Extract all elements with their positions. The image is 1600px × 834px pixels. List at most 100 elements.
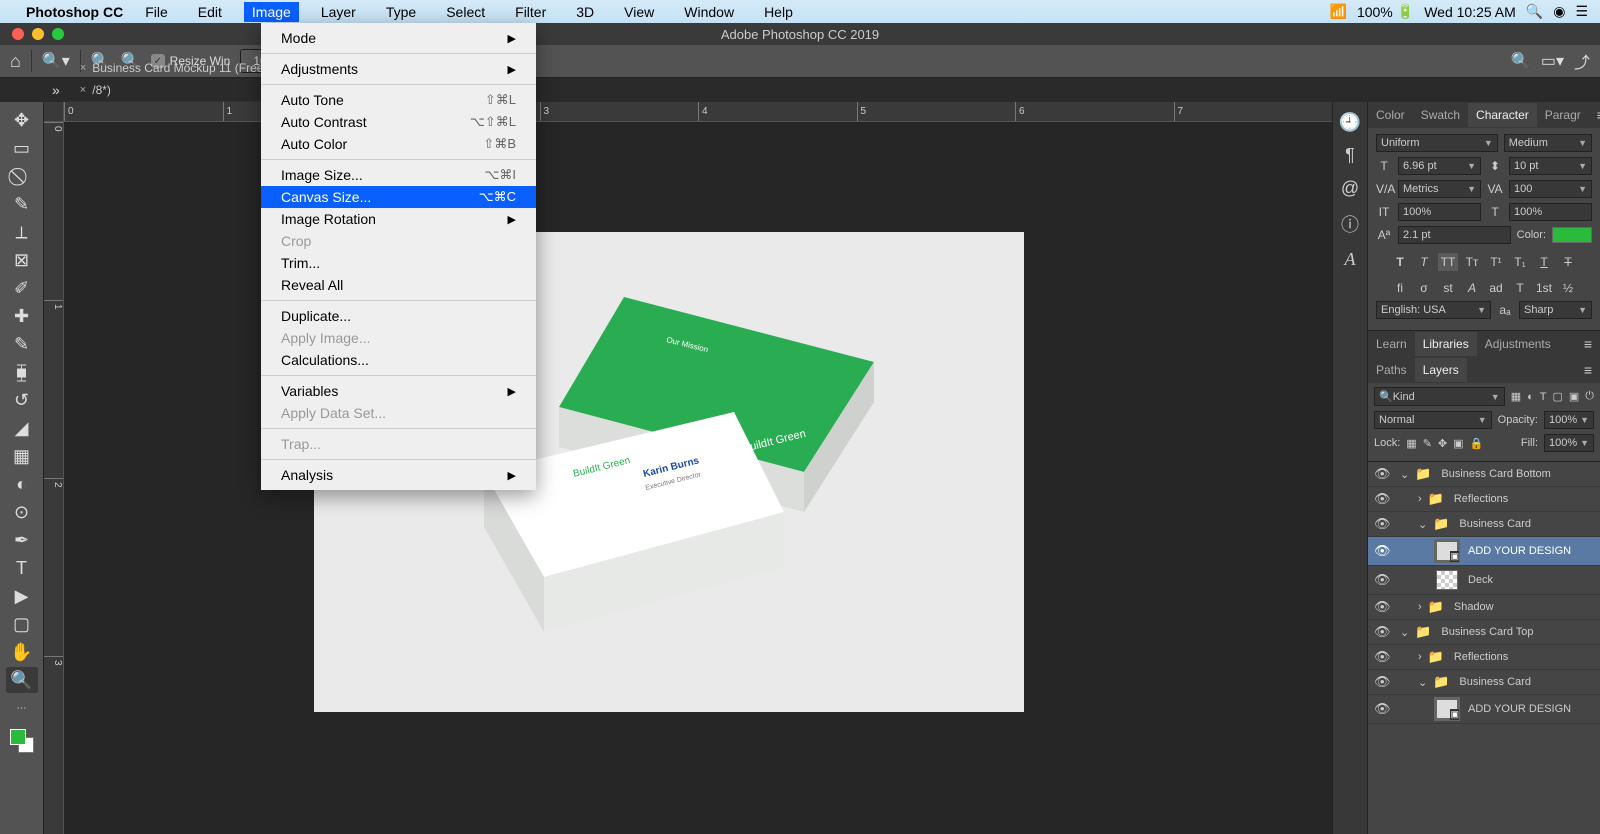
eyedropper-tool-icon[interactable]: ✐ (6, 275, 38, 301)
libraries-menu-icon[interactable]: ≡ (1576, 336, 1600, 352)
layers-tab-paths[interactable]: Paths (1368, 358, 1415, 382)
menu-item-canvas-size[interactable]: Canvas Size...⌥⌘C (261, 186, 536, 208)
layer-row[interactable]: 👁Deck (1368, 566, 1600, 595)
layer-row[interactable]: 👁›📁Reflections (1368, 487, 1600, 512)
strikethrough-button[interactable]: T (1558, 253, 1578, 271)
layer-row[interactable]: 👁›📁Reflections (1368, 645, 1600, 670)
info-panel-icon[interactable]: ⓘ (1341, 211, 1359, 237)
filter-pixel-icon[interactable]: ▦ (1511, 390, 1521, 403)
window-maximize-button[interactable] (52, 28, 64, 40)
history-brush-tool-icon[interactable]: ↺ (6, 387, 38, 413)
fractions-button[interactable]: 1st (1534, 279, 1554, 297)
hand-tool-icon[interactable]: ✋ (6, 639, 38, 665)
libraries-tab-learn[interactable]: Learn (1368, 332, 1415, 356)
close-tab-icon[interactable]: × (80, 84, 86, 96)
dodge-tool-icon[interactable]: ⊙ (6, 499, 38, 525)
menu-item-duplicate[interactable]: Duplicate... (261, 305, 536, 327)
allcaps-button[interactable]: TT (1438, 253, 1458, 271)
filter-type-icon[interactable]: T (1540, 391, 1547, 403)
visibility-toggle-icon[interactable]: 👁 (1374, 624, 1388, 640)
language-select[interactable]: English: USA▼ (1376, 301, 1491, 319)
disclosure-icon[interactable]: ⌄ (1418, 518, 1427, 531)
visibility-toggle-icon[interactable]: 👁 (1374, 516, 1388, 532)
disclosure-icon[interactable]: › (1418, 601, 1422, 613)
menu-item-auto-color[interactable]: Auto Color⇧⌘B (261, 133, 536, 155)
antialias-select[interactable]: Sharp▼ (1519, 301, 1592, 319)
smallcaps-button[interactable]: Tᴛ (1462, 253, 1482, 271)
text-color-swatch[interactable] (1552, 227, 1592, 243)
visibility-toggle-icon[interactable]: 👁 (1374, 674, 1388, 690)
path-select-tool-icon[interactable]: ▶ (6, 583, 38, 609)
layer-kind-filter[interactable]: 🔍 Kind▼ (1374, 387, 1505, 406)
layers-tab-layers[interactable]: Layers (1415, 358, 1467, 382)
character-tab-character[interactable]: Character (1468, 103, 1537, 127)
zoom-tool-icon[interactable]: 🔍 (6, 667, 38, 693)
character-tab-color[interactable]: Color (1368, 103, 1413, 127)
shape-tool-icon[interactable]: ▢ (6, 611, 38, 637)
menu-window[interactable]: Window (676, 2, 742, 22)
menu-item-adjustments[interactable]: Adjustments▶ (261, 58, 536, 80)
menu-item-image-size[interactable]: Image Size...⌥⌘I (261, 164, 536, 186)
menu-item-calculations[interactable]: Calculations... (261, 349, 536, 371)
tracking-input[interactable]: 100▼ (1509, 180, 1592, 198)
healing-tool-icon[interactable]: ✚ (6, 303, 38, 329)
font-style-select[interactable]: Medium▼ (1504, 134, 1592, 152)
font-family-select[interactable]: Uniform▼ (1376, 134, 1498, 152)
character-tab-swatch[interactable]: Swatch (1413, 103, 1468, 127)
visibility-toggle-icon[interactable]: 👁 (1374, 491, 1388, 507)
menu-3d[interactable]: 3D (568, 2, 602, 22)
menu-select[interactable]: Select (438, 2, 493, 22)
swash-button[interactable]: A (1462, 279, 1482, 297)
glyph-panel-icon[interactable]: @ (1341, 178, 1359, 199)
brush-tool-icon[interactable]: ✎ (6, 331, 38, 357)
menu-filter[interactable]: Filter (507, 2, 554, 22)
close-tab-icon[interactable]: × (80, 62, 86, 74)
zoom-tool-icon[interactable]: 🔍▾ (42, 51, 70, 71)
workspace-icon[interactable]: ▭▾ (1541, 51, 1564, 71)
subscript-button[interactable]: T₁ (1510, 253, 1530, 271)
disclosure-icon[interactable]: ⌄ (1418, 676, 1427, 689)
disclosure-icon[interactable]: ⌄ (1400, 626, 1409, 639)
visibility-toggle-icon[interactable]: 👁 (1374, 649, 1388, 665)
menu-icon[interactable]: ☰ (1575, 3, 1588, 20)
gradient-tool-icon[interactable]: ▦ (6, 443, 38, 469)
visibility-toggle-icon[interactable]: 👁 (1374, 466, 1388, 482)
stylistic-button[interactable]: st (1438, 279, 1458, 297)
layer-thumbnail[interactable] (1436, 570, 1458, 590)
visibility-toggle-icon[interactable]: 👁 (1374, 572, 1388, 588)
filter-adjust-icon[interactable]: ◐ (1527, 391, 1534, 403)
bold-button[interactable]: T (1390, 253, 1410, 271)
ligatures-button[interactable]: fi (1390, 279, 1410, 297)
edit-toolbar-icon[interactable]: ⋯ (6, 695, 38, 721)
layer-thumbnail[interactable]: ▣ (1436, 541, 1458, 561)
titling-button[interactable]: ad (1486, 279, 1506, 297)
paragraph-panel-icon[interactable]: ¶ (1345, 145, 1355, 166)
disclosure-icon[interactable]: › (1418, 651, 1422, 663)
menu-item-trim[interactable]: Trim... (261, 252, 536, 274)
visibility-toggle-icon[interactable]: 👁 (1374, 543, 1388, 559)
frame-tool-icon[interactable]: ⊠ (6, 247, 38, 273)
history-panel-icon[interactable]: 🕘 (1339, 112, 1361, 133)
search-icon[interactable]: 🔍 (1511, 51, 1531, 71)
menu-item-auto-tone[interactable]: Auto Tone⇧⌘L (261, 89, 536, 111)
menu-file[interactable]: File (137, 2, 176, 22)
window-close-button[interactable] (12, 28, 24, 40)
menu-item-mode[interactable]: Mode▶ (261, 27, 536, 49)
layers-menu-icon[interactable]: ≡ (1576, 362, 1600, 378)
menu-item-auto-contrast[interactable]: Auto Contrast⌥⇧⌘L (261, 111, 536, 133)
stamp-tool-icon[interactable]: ⧯ (6, 359, 38, 385)
libraries-tab-adjustments[interactable]: Adjustments (1477, 332, 1559, 356)
visibility-toggle-icon[interactable]: 👁 (1374, 599, 1388, 615)
blend-mode-select[interactable]: Normal▼ (1374, 411, 1492, 429)
character-menu-icon[interactable]: ≡ (1589, 107, 1600, 123)
half-button[interactable]: ½ (1558, 279, 1578, 297)
move-tool-icon[interactable]: ✥ (6, 107, 38, 133)
menu-item-image-rotation[interactable]: Image Rotation▶ (261, 208, 536, 230)
oldstyle-button[interactable]: σ (1414, 279, 1434, 297)
font-size-input[interactable]: 6.96 pt▼ (1398, 157, 1481, 175)
filter-shape-icon[interactable]: ▢ (1552, 390, 1562, 403)
ruler-vertical[interactable]: 0123 (44, 122, 64, 834)
italic-button[interactable]: T (1414, 253, 1434, 271)
layer-thumbnail[interactable]: ▣ (1436, 699, 1458, 719)
type-tool-icon[interactable]: T (6, 555, 38, 581)
